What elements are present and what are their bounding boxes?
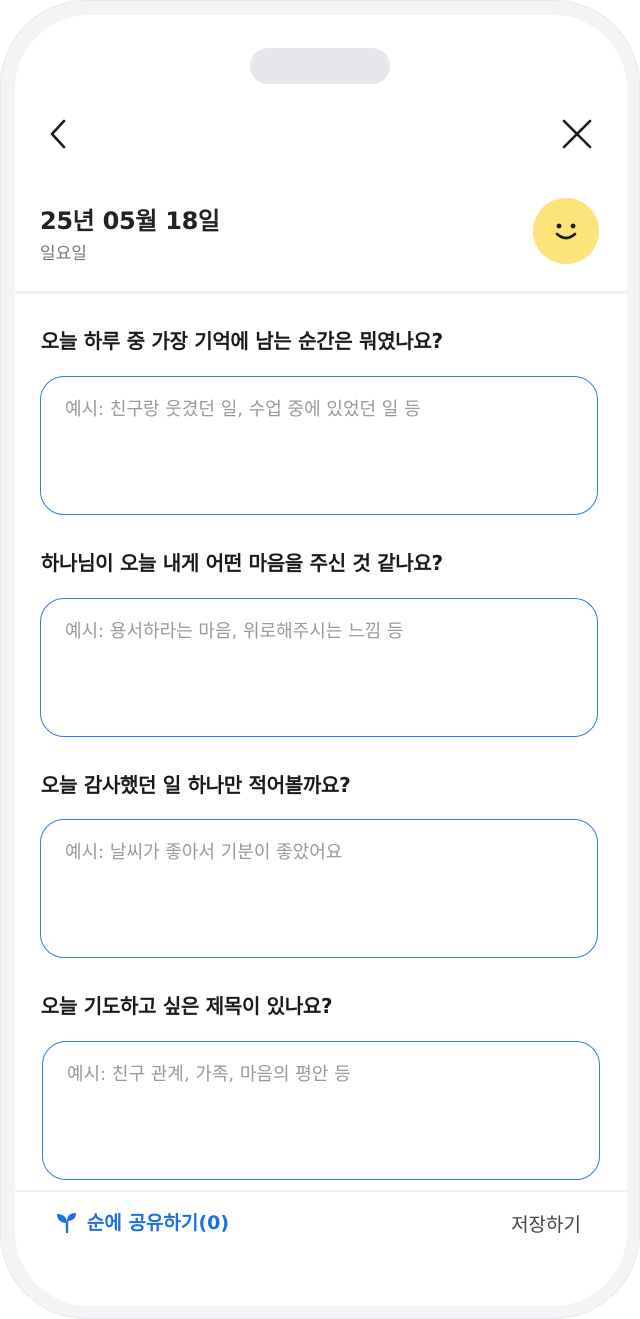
gods-heart-input[interactable] — [40, 598, 598, 737]
share-to-group-button[interactable]: 순에 공유하기(0) — [55, 1208, 229, 1235]
back-button[interactable] — [37, 112, 81, 156]
question-title-gratitude: 오늘 감사했던 일 하나만 적어볼까요? — [41, 773, 351, 797]
smiley-face-icon — [555, 223, 577, 240]
chevron-left-icon — [50, 119, 66, 149]
app-screen: 25년 05월 18일 일요일 오늘 하루 중 가장 기억에 남는 순간은 뭐였… — [15, 15, 627, 1306]
close-button[interactable] — [555, 112, 599, 156]
entry-date: 25년 05월 18일 — [40, 207, 220, 235]
prayer-input[interactable] — [42, 1041, 600, 1180]
sprout-icon — [57, 1212, 76, 1233]
device-notch — [250, 48, 390, 84]
gratitude-input[interactable] — [40, 819, 598, 958]
phone-frame: 25년 05월 18일 일요일 오늘 하루 중 가장 기억에 남는 순간은 뭐였… — [0, 0, 640, 1319]
memorable-moment-input[interactable] — [40, 376, 598, 515]
question-title-prayer: 오늘 기도하고 싶은 제목이 있나요? — [41, 994, 333, 1018]
close-icon — [562, 119, 592, 149]
question-title-memorable-moment: 오늘 하루 중 가장 기억에 남는 순간은 뭐였나요? — [41, 329, 443, 353]
header-divider — [15, 291, 627, 294]
entry-weekday: 일요일 — [40, 244, 87, 264]
footer-divider — [15, 1190, 627, 1192]
share-label: 순에 공유하기(0) — [87, 1212, 230, 1234]
mood-selector-button[interactable] — [533, 198, 599, 264]
question-title-gods-heart: 하나님이 오늘 내게 어떤 마음을 주신 것 같나요? — [41, 551, 443, 575]
save-button[interactable]: 저장하기 — [511, 1210, 581, 1237]
